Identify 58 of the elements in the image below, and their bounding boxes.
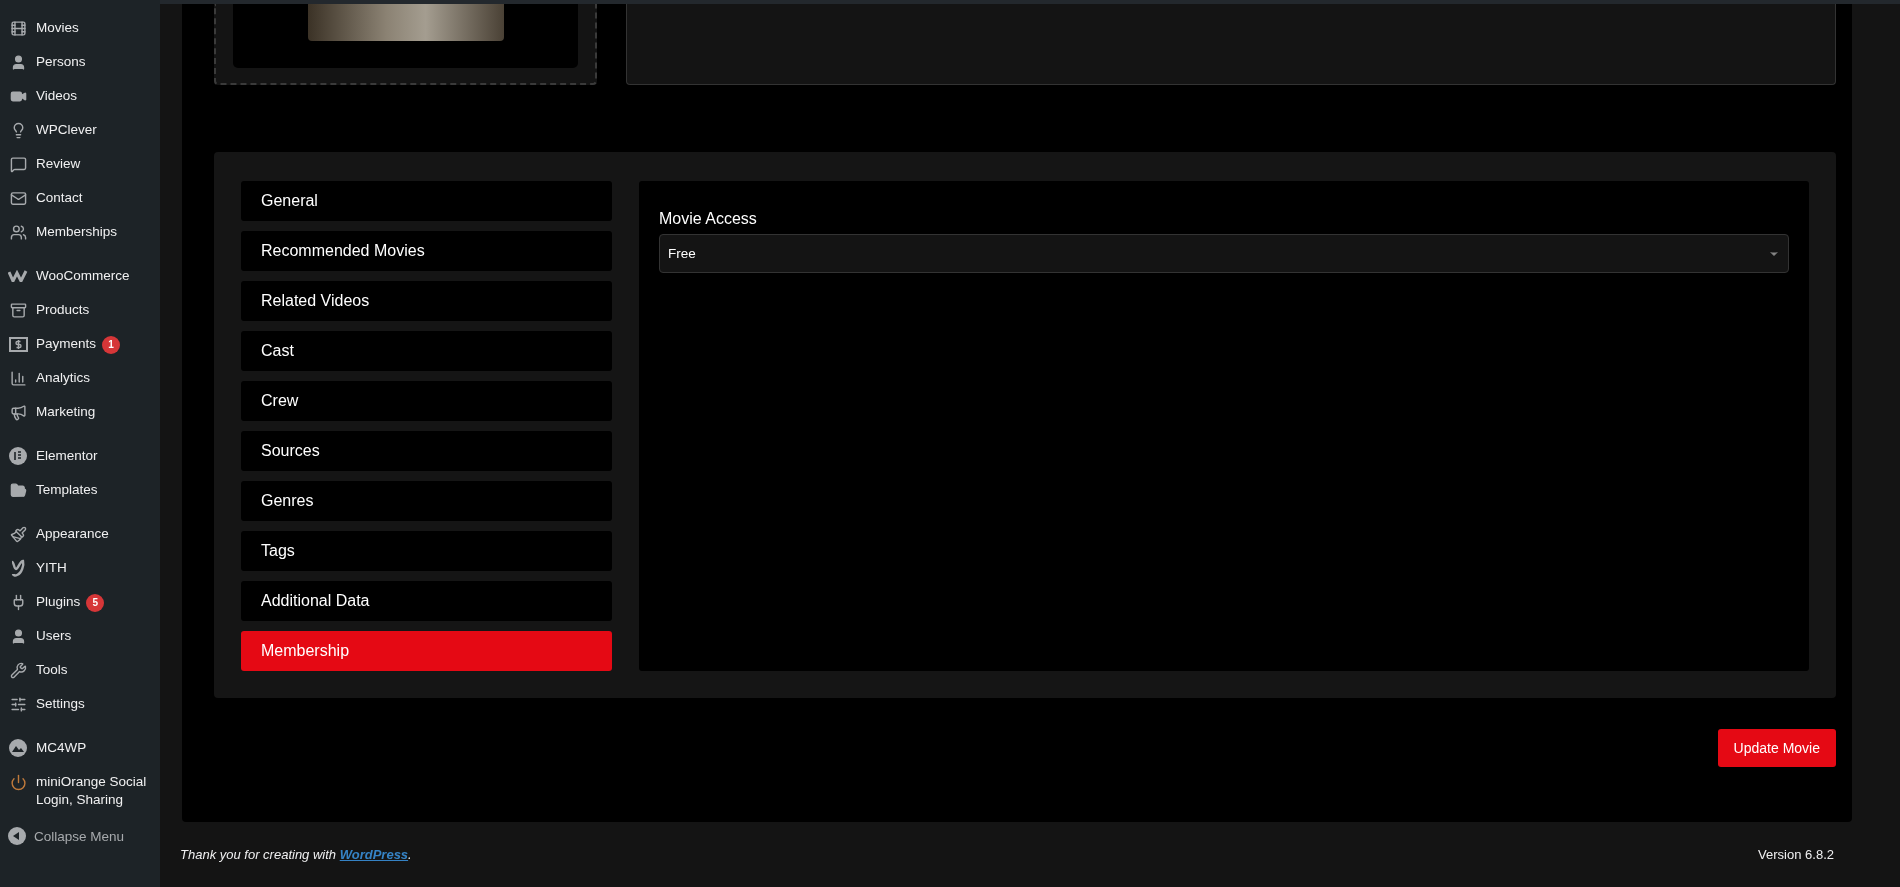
tab[interactable]: Related Videos <box>241 281 612 321</box>
elementor-circle-icon <box>9 447 27 465</box>
archive-box-icon <box>9 301 27 319</box>
mountain-circle-icon <box>9 739 27 757</box>
speech-bubble-icon <box>9 155 27 173</box>
sidebar-item[interactable]: Products <box>0 293 160 327</box>
sidebar-item[interactable]: MC4WP <box>0 731 160 765</box>
sidebar-item[interactable]: YITH <box>0 551 160 585</box>
tab[interactable]: Recommended Movies <box>241 231 612 271</box>
sidebar-item[interactable]: Contact <box>0 181 160 215</box>
notification-count: 5 <box>86 594 105 612</box>
power-icon <box>9 773 27 791</box>
sidebar-item[interactable]: Memberships <box>0 215 160 249</box>
tab[interactable]: Additional Data <box>241 581 612 621</box>
sidebar-item[interactable]: Tools <box>0 653 160 687</box>
folder-icon <box>9 481 27 499</box>
footer-thanks-text: Thank you for creating with WordPress. <box>180 847 412 862</box>
megaphone-icon <box>9 403 27 421</box>
sliders-icon <box>9 695 27 713</box>
sidebar-item[interactable]: WPClever <box>0 113 160 147</box>
zigzag-logo-icon <box>8 270 28 282</box>
film-icon <box>9 19 27 37</box>
tab[interactable]: Cast <box>241 331 612 371</box>
sidebar-item[interactable]: Plugins 5 <box>0 585 160 619</box>
update-movie-button[interactable]: Update Movie <box>1717 729 1836 767</box>
sidebar-item[interactable]: Persons <box>0 45 160 79</box>
sidebar-item[interactable]: miniOrange Social Login, Sharing <box>0 765 160 809</box>
tab[interactable]: General <box>241 181 612 221</box>
people-icon <box>9 223 27 241</box>
field-label: Movie Access <box>659 210 758 228</box>
sidebar-item[interactable]: Review <box>0 147 160 181</box>
sidebar-item[interactable]: Users <box>0 619 160 653</box>
version-text: Version 6.8.2 <box>1758 847 1834 862</box>
poster-dropzone[interactable] <box>214 4 597 85</box>
sidebar-item[interactable]: Marketing <box>0 395 160 429</box>
sidebar-item[interactable]: Movies <box>0 11 160 45</box>
tab[interactable]: Sources <box>241 431 612 471</box>
movie-access-select[interactable]: Free <box>659 234 1789 273</box>
collapse-menu-button[interactable]: Collapse Menu <box>0 819 160 853</box>
dollar-box-icon <box>8 336 28 352</box>
squiggle-icon <box>10 559 26 577</box>
sidebar-item[interactable]: Elementor <box>0 439 160 473</box>
notification-count: 1 <box>102 336 121 354</box>
sidebar-item[interactable]: Payments 1 <box>0 327 160 361</box>
wrench-icon <box>9 661 27 679</box>
bar-chart-icon <box>9 369 27 387</box>
sidebar-item[interactable]: WooCommerce <box>0 259 160 293</box>
envelope-icon <box>9 189 27 207</box>
sidebar-item[interactable]: Videos <box>0 79 160 113</box>
sidebar-item[interactable]: Analytics <box>0 361 160 395</box>
paintbrush-icon <box>9 525 27 543</box>
tab[interactable]: Genres <box>241 481 612 521</box>
sidebar-item[interactable]: Templates <box>0 473 160 507</box>
tab[interactable]: Tags <box>241 531 612 571</box>
sidebar-item[interactable]: Appearance <box>0 517 160 551</box>
sidebar-item[interactable]: Settings <box>0 687 160 721</box>
tab[interactable]: Crew <box>241 381 612 421</box>
tab[interactable]: Membership <box>241 631 612 671</box>
